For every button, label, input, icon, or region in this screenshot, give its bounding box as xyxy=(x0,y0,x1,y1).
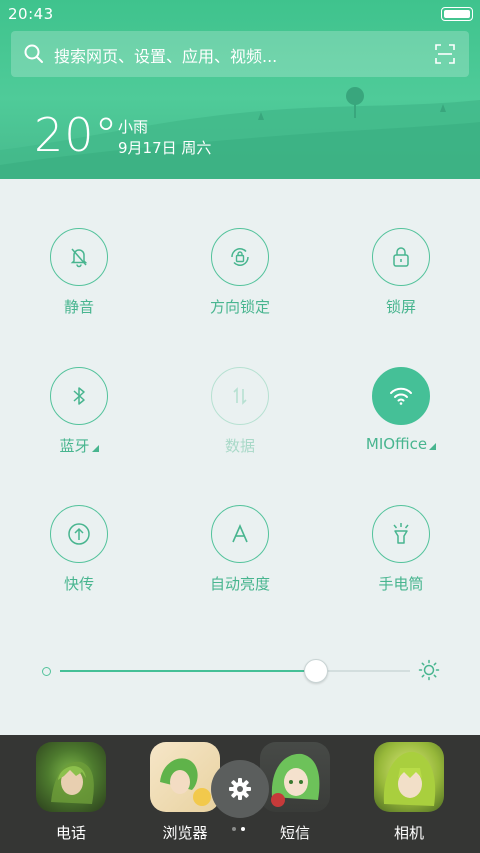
toggle-rotation-lock-label: 方向锁定 xyxy=(209,298,270,316)
toggle-silent[interactable]: 静音 xyxy=(19,228,139,317)
messages-app-icon[interactable] xyxy=(260,742,330,812)
mobile-data-icon[interactable] xyxy=(211,367,269,425)
app-phone[interactable]: 电话 xyxy=(16,742,126,843)
toggle-bluetooth[interactable]: 蓝牙 xyxy=(19,367,139,456)
flashlight-icon[interactable] xyxy=(372,505,430,563)
weather-header: 20:43 搜索网页、设置、应用、视频... 20° 小雨 9月17日 周六 xyxy=(0,0,480,180)
messages-app-label: 短信 xyxy=(279,824,310,842)
toggle-flashlight[interactable]: 手电筒 xyxy=(341,505,461,594)
toggle-bluetooth-label: 蓝牙 xyxy=(19,435,139,456)
page-dot-1 xyxy=(232,827,236,831)
status-bar: 20:43 xyxy=(0,0,480,28)
browser-app-label: 浏览器 xyxy=(162,824,208,842)
transfer-icon[interactable] xyxy=(50,505,108,563)
status-time: 20:43 xyxy=(8,5,54,23)
lock-icon[interactable] xyxy=(372,228,430,286)
toggle-lock-screen[interactable]: 锁屏 xyxy=(341,228,461,317)
camera-app-icon[interactable] xyxy=(374,742,444,812)
toggle-auto-brightness-label: 自动亮度 xyxy=(209,575,270,593)
phone-app-label: 电话 xyxy=(55,824,86,842)
brightness-low-icon xyxy=(42,667,51,676)
toggle-auto-brightness[interactable]: 自动亮度 xyxy=(180,505,300,594)
phone-app-icon[interactable] xyxy=(36,742,106,812)
weather-date: 9月17日 周六 xyxy=(118,139,212,157)
toggle-silent-label: 静音 xyxy=(63,298,94,316)
toggle-rotation-lock[interactable]: 方向锁定 xyxy=(180,228,300,317)
rotation-lock-icon[interactable] xyxy=(211,228,269,286)
settings-button[interactable] xyxy=(211,760,269,818)
brightness-slider[interactable] xyxy=(60,659,410,683)
toggle-wifi[interactable]: MIOffice xyxy=(341,367,461,453)
expand-indicator-icon xyxy=(429,443,437,450)
temperature: 20° xyxy=(34,108,119,162)
toggle-wifi-label: MIOffice xyxy=(341,435,461,453)
expand-indicator-icon xyxy=(91,445,99,452)
toggle-flashlight-label: 手电筒 xyxy=(378,575,424,593)
toggle-quick-transfer[interactable]: 快传 xyxy=(19,505,139,594)
camera-app-label: 相机 xyxy=(393,824,424,842)
gear-icon xyxy=(229,778,251,800)
bell-off-icon[interactable] xyxy=(50,228,108,286)
scan-icon[interactable] xyxy=(435,44,455,64)
weather-condition: 小雨 xyxy=(118,118,149,136)
page-indicator xyxy=(232,827,248,833)
toggle-lock-screen-label: 锁屏 xyxy=(385,298,416,316)
search-icon xyxy=(24,44,43,63)
toggle-quick-transfer-label: 快传 xyxy=(63,575,94,593)
toggle-mobile-data[interactable]: 数据 xyxy=(180,367,300,456)
app-camera[interactable]: 相机 xyxy=(354,742,464,843)
bluetooth-icon[interactable] xyxy=(50,367,108,425)
toggle-mobile-data-label: 数据 xyxy=(224,437,255,455)
browser-app-icon[interactable] xyxy=(150,742,220,812)
brightness-high-icon xyxy=(418,659,440,681)
quick-settings-panel: 静音 方向锁定 锁屏 蓝牙 数据 MIOffice 快传 自动亮度 手电筒 xyxy=(0,179,480,735)
wifi-icon[interactable] xyxy=(372,367,430,425)
auto-brightness-icon[interactable] xyxy=(211,505,269,563)
page-dot-2 xyxy=(241,827,245,831)
brightness-slider-fill xyxy=(60,670,316,672)
brightness-slider-thumb[interactable] xyxy=(303,659,328,683)
search-bar[interactable]: 搜索网页、设置、应用、视频... xyxy=(11,31,469,77)
search-input[interactable]: 搜索网页、设置、应用、视频... xyxy=(54,43,277,67)
battery-icon xyxy=(441,7,473,21)
